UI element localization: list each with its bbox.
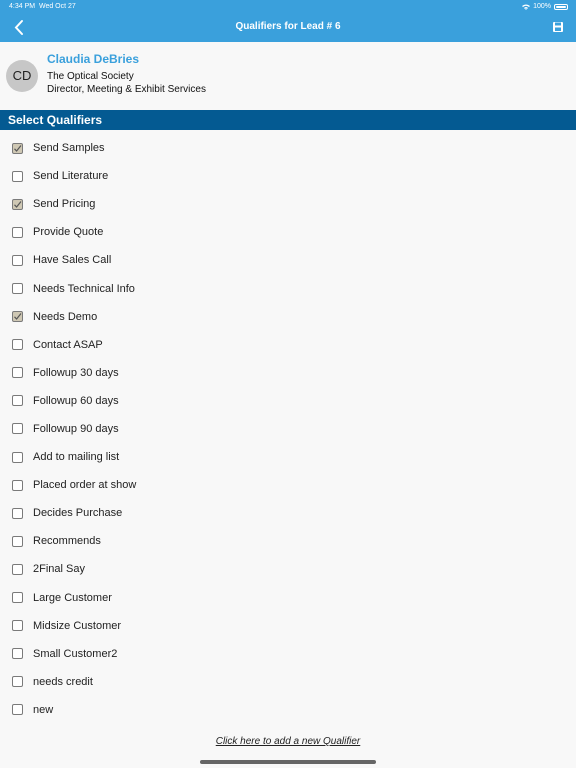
qualifier-item[interactable]: Contact ASAP xyxy=(0,331,576,359)
qualifier-checkbox[interactable] xyxy=(12,535,23,547)
check-icon xyxy=(14,200,22,208)
qualifier-item[interactable]: Followup 30 days xyxy=(0,359,576,387)
qualifier-checkbox[interactable] xyxy=(12,648,23,660)
qualifier-item[interactable]: Placed order at show xyxy=(0,471,576,499)
qualifier-checkbox[interactable] xyxy=(12,704,23,716)
qualifier-item[interactable]: Large Customer xyxy=(0,584,576,612)
qualifier-item[interactable]: Send Samples xyxy=(0,134,576,162)
qualifier-label: 2Final Say xyxy=(33,563,85,576)
home-indicator xyxy=(200,760,376,764)
check-icon xyxy=(14,313,22,321)
qualifier-checkbox[interactable] xyxy=(12,423,23,435)
contact-card: CD Claudia DeBries The Optical Society D… xyxy=(0,42,576,110)
contact-job-title: Director, Meeting & Exhibit Services xyxy=(47,84,206,95)
qualifier-label: Large Customer xyxy=(33,591,112,604)
qualifier-item[interactable]: Needs Demo xyxy=(0,303,576,331)
qualifier-list: Send Samples Send Literature Send Pricing P… xyxy=(0,134,576,724)
qualifier-label: Needs Technical Info xyxy=(33,282,135,295)
status-bar: 4:34 PM Wed Oct 27 100% xyxy=(0,0,576,14)
battery-percent: 100% xyxy=(533,3,551,10)
qualifier-label: Add to mailing list xyxy=(33,451,120,464)
qualifier-item[interactable]: Followup 60 days xyxy=(0,387,576,415)
status-time-text: 4:34 PM xyxy=(9,3,36,10)
qualifier-label: Send Samples xyxy=(33,142,105,155)
qualifier-label: Midsize Customer xyxy=(33,619,122,632)
qualifier-item[interactable]: Recommends xyxy=(0,527,576,555)
qualifier-label: Contact ASAP xyxy=(33,338,103,351)
qualifier-item[interactable]: Followup 90 days xyxy=(0,415,576,443)
qualifier-label: new xyxy=(33,703,54,716)
qualifier-checkbox[interactable] xyxy=(12,592,23,604)
battery-icon xyxy=(554,3,568,10)
qualifier-checkbox[interactable] xyxy=(12,395,23,407)
check-icon xyxy=(14,144,22,152)
qualifier-label: Needs Demo xyxy=(33,310,98,323)
qualifier-label: Send Literature xyxy=(33,170,109,183)
qualifier-item[interactable]: Send Pricing xyxy=(0,190,576,218)
contact-name: Claudia DeBries xyxy=(47,52,140,66)
qualifier-checkbox[interactable] xyxy=(12,563,23,575)
wifi-icon xyxy=(522,4,531,10)
section-header: Select Qualifiers xyxy=(0,110,576,130)
add-qualifier-link[interactable]: Click here to add a new Qualifier xyxy=(0,736,576,747)
qualifier-checkbox[interactable] xyxy=(12,283,23,295)
status-right: 100% xyxy=(522,3,568,10)
contact-organization: The Optical Society xyxy=(47,71,134,82)
qualifier-item[interactable]: Send Literature xyxy=(0,162,576,190)
save-icon xyxy=(553,22,563,32)
qualifier-item[interactable]: Add to mailing list xyxy=(0,443,576,471)
qualifier-label: Followup 90 days xyxy=(33,422,119,435)
qualifier-label: Have Sales Call xyxy=(33,254,112,267)
qualifier-checkbox[interactable] xyxy=(12,254,23,266)
qualifier-item[interactable]: Provide Quote xyxy=(0,218,576,246)
qualifier-label: Followup 30 days xyxy=(33,366,119,379)
qualifier-item[interactable]: Needs Technical Info xyxy=(0,274,576,302)
qualifier-checkbox[interactable] xyxy=(12,451,23,463)
status-date: Wed Oct 27 xyxy=(38,3,76,10)
qualifier-label: Provide Quote xyxy=(33,226,104,239)
qualifier-checkbox[interactable] xyxy=(12,620,23,632)
status-time: 4:34 PM Wed Oct 27 xyxy=(9,3,76,10)
qualifier-checkbox[interactable] xyxy=(12,367,23,379)
qualifier-item[interactable]: Midsize Customer xyxy=(0,612,576,640)
page-title: Qualifiers for Lead # 6 xyxy=(235,21,341,32)
qualifier-label: needs credit xyxy=(33,675,93,688)
qualifier-label: Decides Purchase xyxy=(33,507,123,520)
qualifier-checkbox[interactable] xyxy=(12,676,23,688)
qualifier-item[interactable]: 2Final Say xyxy=(0,555,576,583)
qualifier-item[interactable]: Small Customer2 xyxy=(0,640,576,668)
qualifier-label: Send Pricing xyxy=(33,198,96,211)
qualifier-checkbox[interactable] xyxy=(12,339,23,351)
qualifier-checkbox[interactable] xyxy=(12,170,23,182)
save-button[interactable] xyxy=(552,21,564,33)
qualifier-label: Followup 60 days xyxy=(33,394,119,407)
avatar: CD xyxy=(6,60,38,92)
qualifier-item[interactable]: Decides Purchase xyxy=(0,499,576,527)
qualifier-label: Placed order at show xyxy=(33,479,137,492)
qualifier-item[interactable]: needs credit xyxy=(0,668,576,696)
qualifier-label: Small Customer2 xyxy=(33,647,118,660)
qualifier-label: Recommends xyxy=(33,535,101,548)
qualifier-checkbox[interactable] xyxy=(12,142,23,154)
qualifier-item[interactable]: Have Sales Call xyxy=(0,246,576,274)
qualifier-checkbox[interactable] xyxy=(12,311,23,323)
navigation-bar: 4:34 PM Wed Oct 27 100% Qualifiers for L… xyxy=(0,0,576,42)
qualifier-checkbox[interactable] xyxy=(12,479,23,491)
qualifier-checkbox[interactable] xyxy=(12,226,23,238)
qualifier-checkbox[interactable] xyxy=(12,507,23,519)
qualifier-item[interactable]: new xyxy=(0,696,576,724)
qualifier-checkbox[interactable] xyxy=(12,198,23,210)
